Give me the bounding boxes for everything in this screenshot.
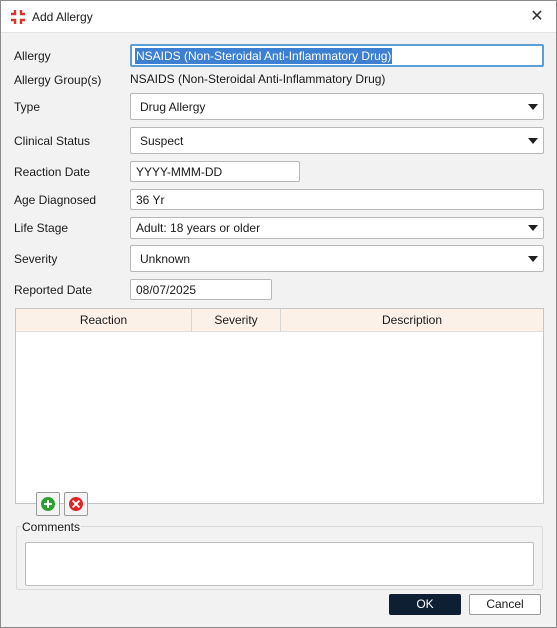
severity-value: Unknown [140,251,191,266]
clinical-status-value: Suspect [140,133,184,148]
reaction-date-label: Reaction Date [14,165,91,179]
title-bar: Add Allergy ✕ [1,1,556,33]
ok-button[interactable]: OK [389,594,461,615]
allergy-input[interactable]: NSAIDS (Non-Steroidal Anti-Inflammatory … [130,44,544,67]
column-header-reaction[interactable]: Reaction [16,309,192,332]
reported-date-input[interactable]: 08/07/2025 [130,279,272,300]
add-reaction-button[interactable] [36,492,60,516]
column-header-description[interactable]: Description [281,309,543,332]
remove-reaction-button[interactable] [64,492,88,516]
life-stage-value: Adult: 18 years or older [136,221,261,235]
age-diagnosed-input[interactable]: 36 Yr [130,189,544,210]
add-allergy-dialog: Add Allergy ✕ Allergy NSAIDS (Non-Steroi… [0,0,557,628]
allergy-group-label: Allergy Group(s) [14,73,102,87]
reaction-date-input[interactable]: YYYY-MMM-DD [130,161,300,182]
dropdown-caret-icon [528,225,538,231]
allergy-group-value: NSAIDS (Non-Steroidal Anti-Inflammatory … [130,72,386,86]
add-circle-icon [41,497,55,511]
reactions-table[interactable]: Reaction Severity Description [15,308,544,504]
comments-textarea[interactable] [25,542,534,586]
dropdown-caret-icon [528,103,538,110]
clinical-status-select[interactable]: Suspect [130,127,544,154]
dropdown-caret-icon [528,255,538,262]
severity-select[interactable]: Unknown [130,245,544,272]
column-header-severity[interactable]: Severity [192,309,281,332]
allergy-input-value: NSAIDS (Non-Steroidal Anti-Inflammatory … [135,47,393,64]
age-diagnosed-label: Age Diagnosed [14,193,97,207]
clinical-status-label: Clinical Status [14,134,91,148]
table-header: Reaction Severity Description [16,309,543,332]
age-diagnosed-value: 36 Yr [136,192,165,207]
cancel-button[interactable]: Cancel [469,594,541,615]
remove-circle-icon [69,497,83,511]
severity-label: Severity [14,252,58,266]
dropdown-caret-icon [528,137,538,144]
red-cross-icon [9,8,27,26]
life-stage-label: Life Stage [14,221,69,235]
close-icon[interactable]: ✕ [524,5,550,29]
reported-date-value: 08/07/2025 [136,282,197,297]
life-stage-select[interactable]: Adult: 18 years or older [130,217,544,239]
reaction-date-placeholder: YYYY-MMM-DD [136,164,223,179]
type-label: Type [14,100,41,114]
type-select-value: Drug Allergy [140,99,206,114]
window-title: Add Allergy [32,10,93,24]
comments-label: Comments [21,520,82,534]
type-select[interactable]: Drug Allergy [130,93,544,120]
reported-date-label: Reported Date [14,283,93,297]
allergy-label: Allergy [14,49,51,63]
